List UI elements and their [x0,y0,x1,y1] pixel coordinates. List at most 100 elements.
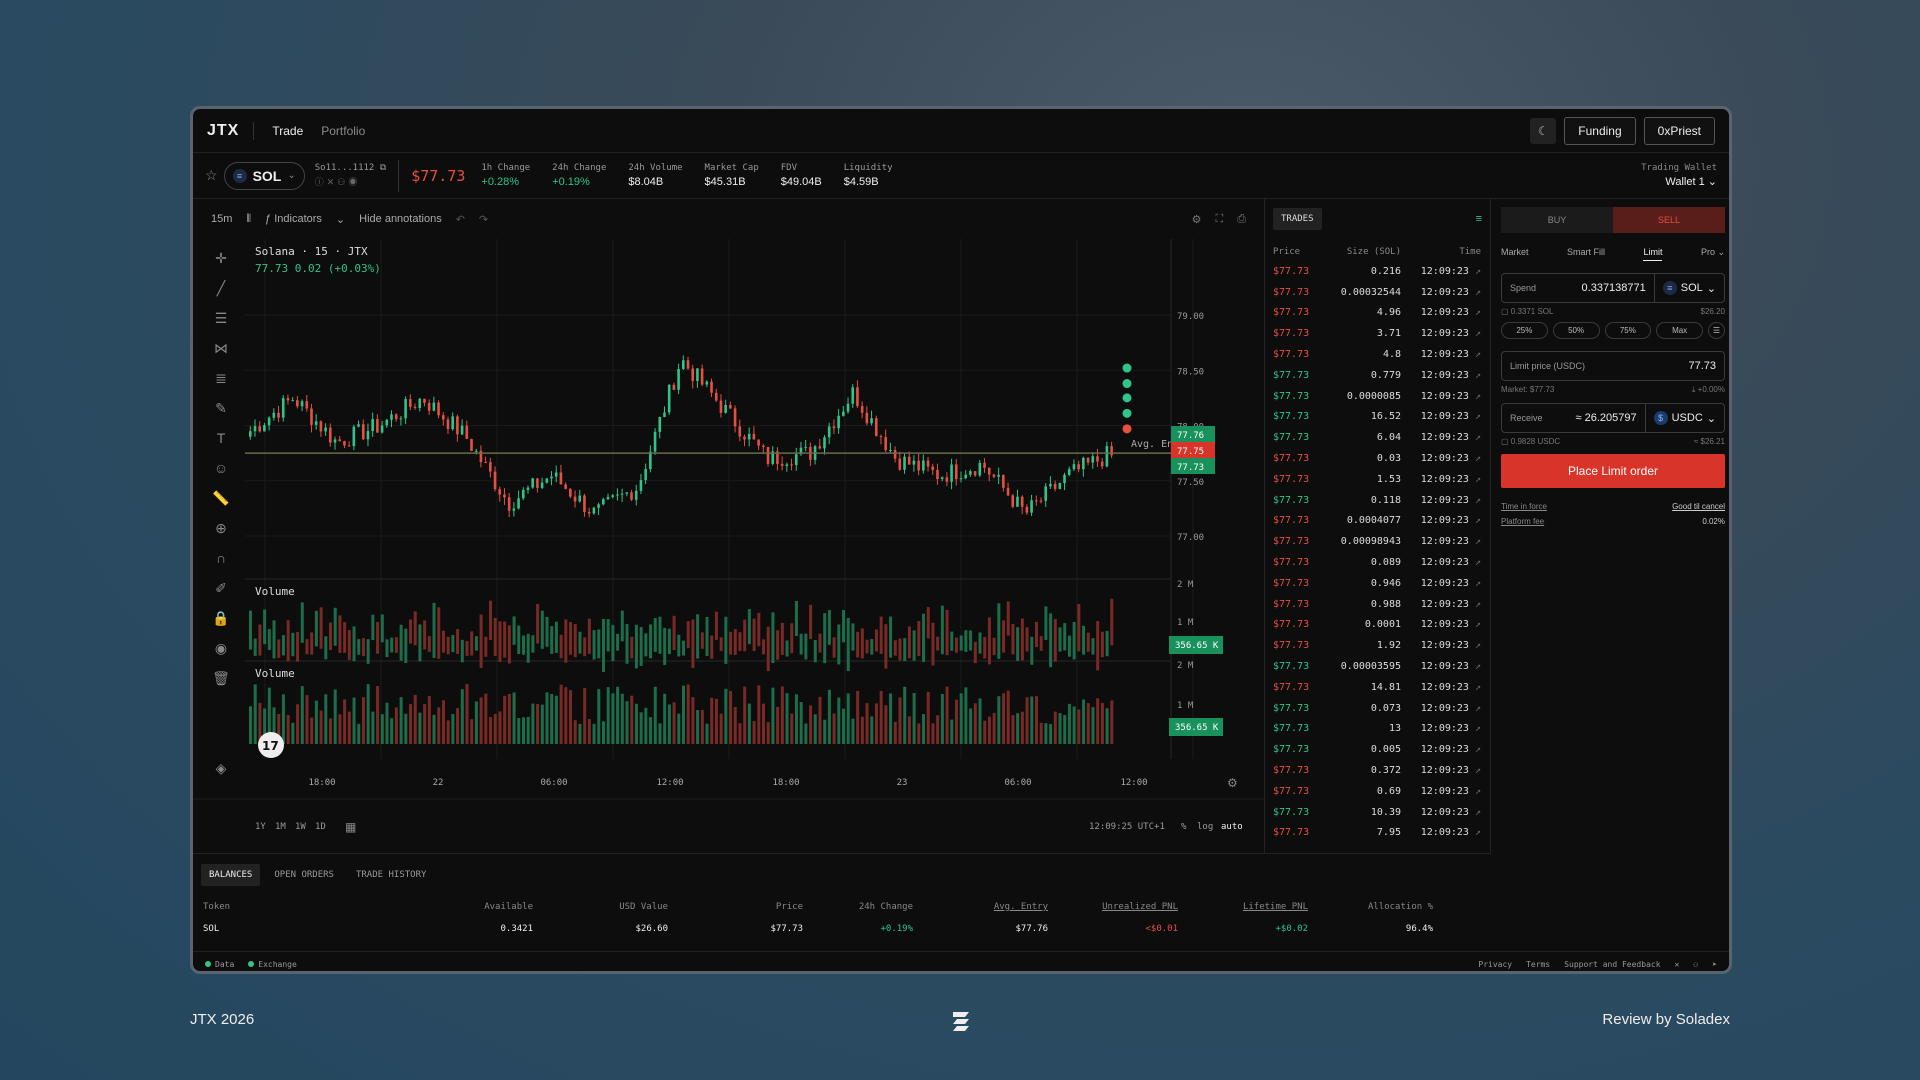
table-row[interactable]: SOL 0.3421 $26.60 $77.73 +0.19% $77.76 <$0.0… [203,918,1481,940]
indicators-button[interactable]: ƒ Indicators [265,213,322,225]
scale-option[interactable]: log [1197,822,1213,832]
trade-row[interactable]: $77.73 0.00098943 12:09:23 ↗ [1265,531,1490,552]
price-chart[interactable]: Avg. Entry79.0078.5078.0077.5077.0077.76… [193,199,1265,853]
trash-icon[interactable]: 🗑 [212,663,230,693]
crosshair-icon[interactable]: ✛ [215,243,227,273]
time-in-force[interactable]: Time in force Good til cancel [1501,502,1725,511]
ruler-icon[interactable]: 📏 [212,483,229,513]
moon-icon[interactable]: ☾ [1530,117,1557,144]
trade-row[interactable]: $77.73 4.96 12:09:23 ↗ [1265,303,1490,324]
chevron-down-icon[interactable]: ⌄ [336,213,345,226]
trade-row[interactable]: $77.73 0.0000085 12:09:23 ↗ [1265,386,1490,407]
trade-row[interactable]: $77.73 13 12:09:23 ↗ [1265,719,1490,740]
trade-row[interactable]: $77.73 7.95 12:09:23 ↗ [1265,823,1490,844]
scale-option[interactable]: % [1181,822,1187,832]
emoji-icon[interactable]: ☺ [214,453,228,483]
pct-75-button[interactable]: 75% [1604,322,1652,339]
range-button[interactable]: 1W [295,822,306,832]
trade-row[interactable]: $77.73 1.53 12:09:23 ↗ [1265,469,1490,490]
trade-row[interactable]: $77.73 0.0001 12:09:23 ↗ [1265,615,1490,636]
pair-selector[interactable]: ≡ SOL ⌄ [223,161,305,190]
text-icon[interactable]: T [217,423,226,453]
tab-smart-fill[interactable]: Smart Fill [1567,247,1605,261]
trade-row[interactable]: $77.73 3.71 12:09:23 ↗ [1265,323,1490,344]
zoom-icon[interactable]: ⊕ [215,513,227,543]
trade-row[interactable]: $77.73 0.779 12:09:23 ↗ [1265,365,1490,386]
account-button[interactable]: 0xPriest [1643,116,1715,145]
pencil-lock-icon[interactable]: ✐ [215,573,227,603]
tab-trades[interactable]: TRADES [1273,208,1322,230]
trade-row[interactable]: $77.73 1.92 12:09:23 ↗ [1265,635,1490,656]
magnet-icon[interactable]: ∩ [216,543,226,573]
calendar-icon[interactable]: ▦ [345,820,356,834]
fib-icon[interactable]: ≣ [215,363,227,393]
trade-row[interactable]: $77.73 0.946 12:09:23 ↗ [1265,573,1490,594]
trade-row[interactable]: $77.73 0.089 12:09:23 ↗ [1265,552,1490,573]
horizontal-lines-icon[interactable]: ☰ [215,303,228,333]
range-button[interactable]: 1D [315,822,326,832]
trade-row[interactable]: $77.73 6.04 12:09:23 ↗ [1265,427,1490,448]
camera-icon[interactable]: ⎙ [1237,213,1246,226]
trade-row[interactable]: $77.73 0.00003595 12:09:23 ↗ [1265,656,1490,677]
trade-row[interactable]: $77.73 0.005 12:09:23 ↗ [1265,739,1490,760]
max-button[interactable]: Max [1656,322,1703,339]
tab-market[interactable]: Market [1501,247,1529,261]
place-limit-order-button[interactable]: Place Limit order [1501,454,1725,488]
support-link[interactable]: Support and Feedback [1564,960,1660,969]
trend-line-icon[interactable]: ╱ [217,273,225,303]
star-icon[interactable]: ☆ [205,167,218,184]
layers-icon[interactable]: ◈ [216,753,227,783]
receive-field[interactable]: Receive ≈ 26.205797 $ USDC ⌄ [1501,403,1725,433]
undo-icon[interactable]: ↶ [456,213,465,226]
nav-trade[interactable]: Trade [272,124,303,138]
trade-row[interactable]: $77.73 0.216 12:09:23 ↗ [1265,261,1490,282]
list-icon[interactable]: ≡ [1476,213,1482,225]
trade-row[interactable]: $77.73 10.39 12:09:23 ↗ [1265,802,1490,823]
hide-annotations-button[interactable]: Hide annotations [359,213,442,225]
tab-open-orders[interactable]: OPEN ORDERS [266,864,342,886]
trade-row[interactable]: $77.73 0.118 12:09:23 ↗ [1265,490,1490,511]
sell-tab[interactable]: SELL [1613,207,1725,233]
tab-pro[interactable]: Pro ⌄ [1701,247,1725,261]
pct-25-button[interactable]: 25% [1501,322,1548,339]
trade-row[interactable]: $77.73 0.00032544 12:09:23 ↗ [1265,282,1490,303]
spend-field[interactable]: Spend 0.337138771 ≡ SOL ⌄ [1501,273,1725,303]
scale-option[interactable]: auto [1221,822,1243,832]
funding-button[interactable]: Funding [1564,116,1636,145]
limit-price-field[interactable]: Limit price (USDC) 77.73 [1501,351,1725,381]
eye-icon[interactable]: ◉ [215,633,227,663]
trade-row[interactable]: $77.73 16.52 12:09:23 ↗ [1265,407,1490,428]
privacy-link[interactable]: Privacy [1478,960,1512,969]
interval-button[interactable]: 15m [211,213,232,225]
settings-icon[interactable]: ⚙ [1192,213,1202,226]
trading-wallet[interactable]: Trading Wallet Wallet 1 ⌄ [1641,163,1717,188]
discord-icon[interactable]: ⚇ [1693,960,1698,969]
trade-row[interactable]: $77.73 0.69 12:09:23 ↗ [1265,781,1490,802]
trade-row[interactable]: $77.73 0.988 12:09:23 ↗ [1265,594,1490,615]
candle-type-icon[interactable]: ⫴ [246,213,251,226]
pattern-icon[interactable]: ⋈ [214,333,228,363]
trade-row[interactable]: $77.73 0.073 12:09:23 ↗ [1265,698,1490,719]
trade-row[interactable]: $77.73 4.8 12:09:23 ↗ [1265,344,1490,365]
range-button[interactable]: 1Y [255,822,266,832]
tab-balances[interactable]: BALANCES [201,864,261,886]
brush-icon[interactable]: ✎ [215,393,227,423]
redo-icon[interactable]: ↷ [479,213,488,226]
trade-row[interactable]: $77.73 0.372 12:09:23 ↗ [1265,760,1490,781]
pct-50-button[interactable]: 50% [1552,322,1600,339]
terms-link[interactable]: Terms [1526,960,1550,969]
trade-row[interactable]: $77.73 0.0004077 12:09:23 ↗ [1265,511,1490,532]
fullscreen-icon[interactable]: ⛶ [1215,213,1223,226]
trade-row[interactable]: $77.73 0.03 12:09:23 ↗ [1265,448,1490,469]
tab-trade-history[interactable]: TRADE HISTORY [348,864,434,886]
social-icons[interactable]: ⓘ✕⚇◉ [315,175,386,188]
lock-icon[interactable]: 🔒 [212,603,229,633]
telegram-icon[interactable]: ➤ [1712,960,1717,969]
trade-row[interactable]: $77.73 14.81 12:09:23 ↗ [1265,677,1490,698]
nav-portfolio[interactable]: Portfolio [321,124,365,138]
buy-tab[interactable]: BUY [1501,207,1613,233]
copy-icon[interactable]: ⧉ [380,163,386,173]
range-button[interactable]: 1M [275,822,286,832]
x-icon[interactable]: ✕ [1675,960,1680,969]
tab-limit[interactable]: Limit [1643,247,1663,261]
